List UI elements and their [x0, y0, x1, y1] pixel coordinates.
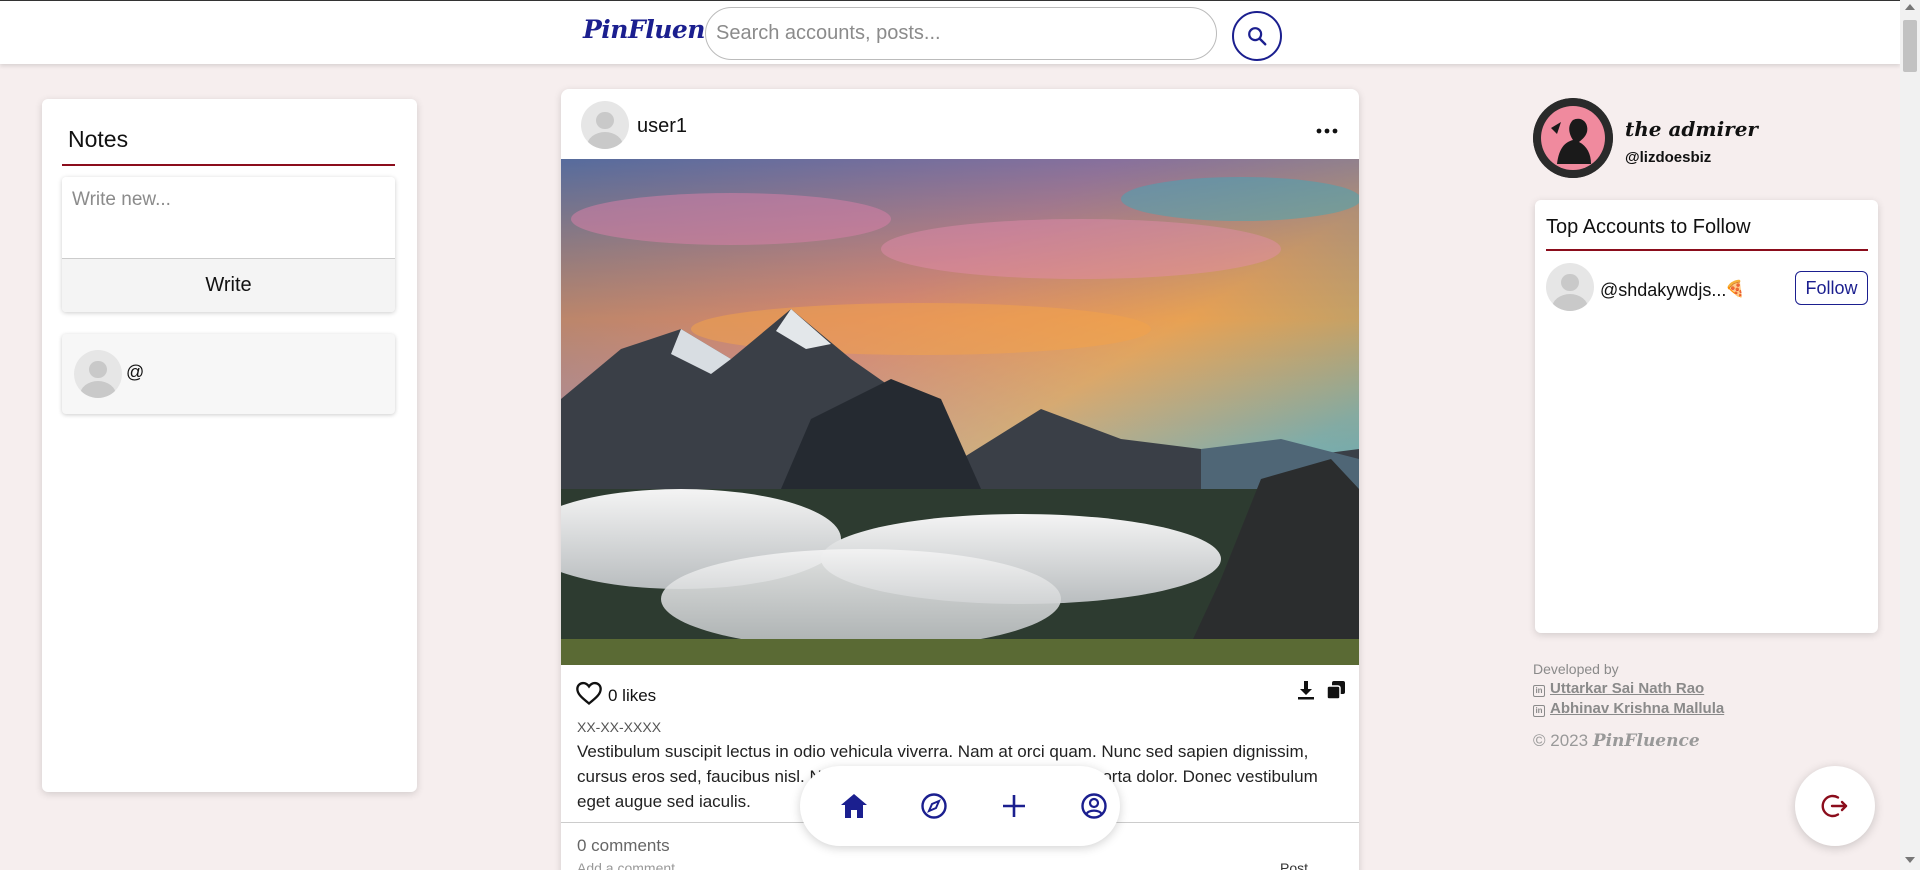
note-item[interactable]: @	[62, 334, 395, 414]
more-horizontal-icon	[1316, 128, 1338, 134]
copyright-text: © 2023	[1533, 731, 1589, 750]
new-note-input[interactable]	[62, 177, 395, 259]
likes-count: 0 likes	[608, 686, 657, 705]
developer-name-1[interactable]: Uttarkar Sai Nath Rao	[1550, 680, 1704, 697]
top-accounts-panel: Top Accounts to Follow @shdakywdjs... 🍕 …	[1535, 200, 1878, 633]
nav-explore-button[interactable]	[918, 790, 950, 822]
profile-display-name[interactable]: the admirer	[1625, 117, 1758, 141]
footer-brand: PinFluence	[1592, 731, 1700, 751]
download-button[interactable]	[1296, 679, 1316, 706]
notes-divider	[62, 164, 395, 166]
developer-link-2[interactable]: in Abhinav Krishna Mallula	[1533, 700, 1724, 717]
post-date: XX-XX-XXXX	[577, 719, 662, 735]
nav-home-button[interactable]	[838, 790, 870, 822]
linkedin-icon: in	[1533, 685, 1545, 697]
developer-name-2[interactable]: Abhinav Krishna Mallula	[1550, 700, 1724, 717]
comments-count[interactable]: 0 comments	[577, 836, 670, 856]
pizza-emoji-icon: 🍕	[1725, 281, 1745, 298]
post-image[interactable]	[561, 159, 1359, 665]
copy-icon	[1326, 681, 1345, 700]
suggested-account-avatar[interactable]	[1546, 263, 1594, 311]
post-author-avatar[interactable]	[581, 101, 629, 149]
linkedin-icon: in	[1533, 705, 1545, 717]
top-accounts-title: Top Accounts to Follow	[1546, 216, 1751, 238]
top-bar: PinFluence	[0, 0, 1900, 64]
scroll-up-arrow-icon[interactable]	[1905, 4, 1915, 10]
top-accounts-divider	[1546, 249, 1868, 251]
heart-icon	[576, 681, 602, 705]
plus-icon	[1003, 795, 1025, 817]
post-card: user1 0 likes XX-XX-XXXX Vestibulum susc…	[561, 89, 1359, 870]
logout-button[interactable]	[1795, 766, 1875, 846]
copy-button[interactable]	[1325, 679, 1347, 706]
like-button[interactable]	[575, 680, 603, 711]
follow-button[interactable]: Follow	[1795, 271, 1868, 305]
copyright-notice: © 2023 PinFluence	[1533, 731, 1700, 751]
profile-avatar[interactable]	[1533, 98, 1613, 178]
profile-avatar-image	[1533, 98, 1613, 178]
search-input[interactable]	[705, 7, 1217, 60]
notes-panel: Notes Write @	[42, 99, 417, 792]
suggested-account-handle[interactable]: @shdakywdjs...	[1600, 280, 1726, 301]
notes-title: Notes	[68, 126, 129, 152]
page-scrollbar[interactable]	[1900, 0, 1920, 870]
write-note-button[interactable]: Write	[62, 259, 395, 312]
new-note-box: Write	[62, 177, 395, 312]
profile-handle[interactable]: @lizdoesbiz	[1625, 149, 1711, 166]
post-options-button[interactable]	[1316, 115, 1338, 141]
scrollbar-thumb[interactable]	[1903, 20, 1917, 72]
note-item-text: @	[126, 362, 145, 382]
add-comment-input[interactable]: Add a comment...	[577, 860, 687, 870]
compass-icon	[921, 793, 947, 819]
search-button[interactable]	[1232, 11, 1282, 61]
logout-icon	[1821, 794, 1848, 818]
nav-profile-button[interactable]	[1078, 790, 1110, 822]
developer-link-1[interactable]: in Uttarkar Sai Nath Rao	[1533, 680, 1704, 697]
scroll-down-arrow-icon[interactable]	[1905, 857, 1915, 863]
post-author-username[interactable]: user1	[637, 115, 687, 138]
post-comment-button[interactable]: Post	[1280, 860, 1308, 870]
note-author-avatar	[74, 350, 122, 398]
developed-by-label: Developed by	[1533, 661, 1619, 677]
search-icon	[1248, 27, 1267, 46]
download-icon	[1298, 681, 1314, 700]
home-icon	[841, 794, 867, 818]
nav-create-button[interactable]	[998, 790, 1030, 822]
user-circle-icon	[1081, 793, 1107, 819]
bottom-navigation	[800, 766, 1120, 846]
